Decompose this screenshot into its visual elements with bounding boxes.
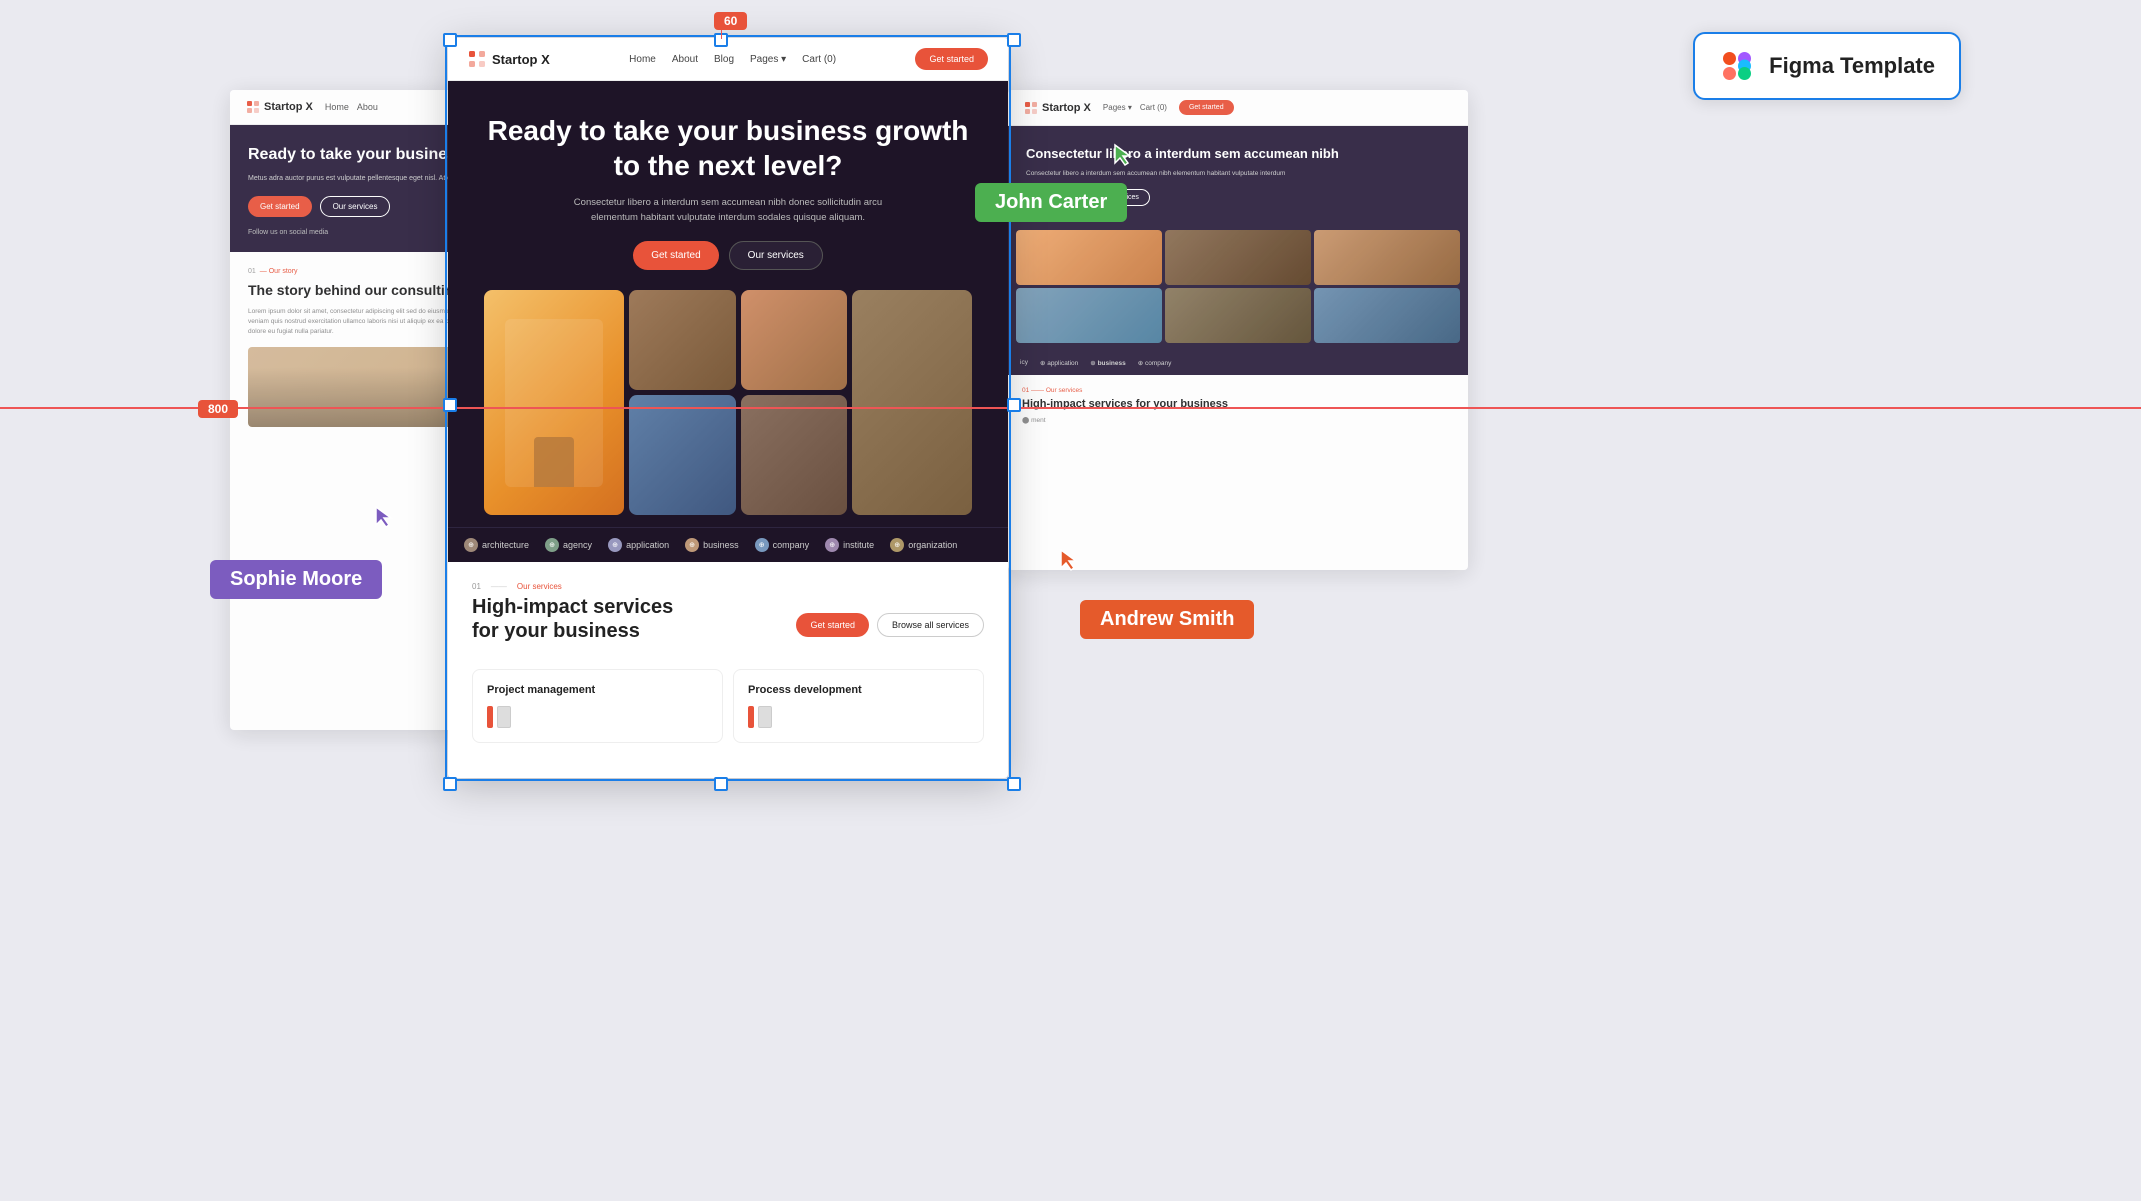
main-hero: Ready to take your business growth to th…: [448, 81, 1008, 527]
figma-icon: [1719, 48, 1755, 84]
label-andrew-smith: Andrew Smith: [1080, 600, 1254, 639]
cursor-sophie: [374, 505, 394, 534]
cat-institute: ⊕ institute: [825, 538, 874, 552]
icon-red-bar-2: [748, 706, 754, 728]
logo-icon-left: [246, 100, 260, 114]
main-nav: Startop X Home About Blog Pages ▾ Cart (…: [448, 38, 1008, 81]
bg-right-img-5: [1165, 288, 1311, 343]
cat-organization: ⊕ organization: [890, 538, 957, 552]
main-btn-browse[interactable]: Browse all services: [877, 613, 984, 637]
bg-right-nav-links: Pages ▾Cart (0): [1103, 103, 1167, 112]
cat-company: ⊕ company: [755, 538, 810, 552]
bg-left-btn-services[interactable]: Our services: [320, 196, 391, 217]
bg-right-logo: Startop X: [1042, 102, 1091, 114]
bg-right-nav: Startop X Pages ▾Cart (0) Get started: [1008, 90, 1468, 126]
service-card-1-title: Project management: [487, 684, 708, 696]
main-services-title: High-impact services for your business: [472, 595, 673, 643]
bg-right-category-bar: icy ⊕ application ⊕ business ⊕ company: [1008, 351, 1468, 375]
bg-right-img-3: [1314, 230, 1460, 285]
main-img-2: [629, 290, 736, 390]
cat-architecture: ⊕ architecture: [464, 538, 529, 552]
handle-top-right[interactable]: [1007, 33, 1021, 47]
bg-right-service-label: 01 —— Our services: [1022, 387, 1454, 394]
bg-right-hero-title: Consectetur libero a interdum sem accume…: [1026, 146, 1450, 163]
main-img-5: [629, 395, 736, 515]
icon-rect-2: [758, 706, 772, 728]
cursor-andrew: [1059, 548, 1079, 577]
main-nav-cta[interactable]: Get started: [915, 48, 988, 70]
cat-business: ⊕ business: [685, 538, 739, 552]
cat-application: ⊕ application: [608, 538, 669, 552]
service-card-1: Project management: [472, 669, 723, 743]
main-hero-buttons: Get started Our services: [472, 241, 984, 270]
figma-template-badge: Figma Template: [1693, 32, 1961, 100]
handle-mid-left[interactable]: [443, 398, 457, 412]
handle-bottom-right[interactable]: [1007, 777, 1021, 791]
main-logo-text: Startop X: [492, 52, 550, 67]
main-btn-get-started[interactable]: Get started: [796, 613, 869, 637]
main-services-row: High-impact services for your business G…: [472, 595, 984, 655]
cursor-john: [1113, 143, 1133, 172]
bg-right-hero-body: Consectetur libero a interdum sem accume…: [1026, 169, 1450, 179]
figma-badge-text: Figma Template: [1769, 53, 1935, 79]
service-card-1-icon: [487, 706, 708, 728]
bg-right-image-grid: [1008, 222, 1468, 351]
bg-right-img-4: [1016, 288, 1162, 343]
main-hero-title: Ready to take your business growth to th…: [472, 113, 984, 183]
bg-left-nav-links: HomeAbou: [325, 102, 378, 112]
bg-right-img-6: [1314, 288, 1460, 343]
service-card-2-icon: [748, 706, 969, 728]
ruler-left-badge: 800: [198, 400, 238, 418]
bg-left-logo: Startop X: [264, 101, 313, 113]
main-logo-area: Startop X: [468, 50, 550, 68]
bg-right-btn-started[interactable]: Get started: [1179, 100, 1234, 115]
main-img-4: [852, 290, 972, 515]
main-logo-icon: [468, 50, 486, 68]
main-img-6: [741, 395, 848, 515]
handle-bottom-mid[interactable]: [714, 777, 728, 791]
ruler-value-top: 60: [714, 12, 747, 30]
main-category-bar: ⊕ architecture ⊕ agency ⊕ application ⊕ …: [448, 527, 1008, 562]
main-services: 01 —— Our services High-impact services …: [448, 562, 1008, 759]
bg-right-services: 01 —— Our services High-impact services …: [1008, 375, 1468, 436]
ruler-top-badge: 60: [714, 12, 747, 30]
measurement-line-horizontal: [0, 407, 2141, 409]
main-service-cards: Project management Process development: [472, 669, 984, 743]
label-sophie-moore: Sophie Moore: [210, 560, 382, 599]
icon-red-bar-1: [487, 706, 493, 728]
icon-rect-1: [497, 706, 511, 728]
main-services-buttons: Get started Browse all services: [796, 613, 984, 637]
main-services-label: 01 —— Our services: [472, 582, 984, 591]
bg-frame-right: Startop X Pages ▾Cart (0) Get started Co…: [1008, 90, 1468, 570]
service-card-2-title: Process development: [748, 684, 969, 696]
bg-right-services-tags: ⬤ ment: [1022, 416, 1454, 424]
bg-right-img-2: [1165, 230, 1311, 285]
bg-right-img-1: [1016, 230, 1162, 285]
bg-left-btn-started[interactable]: Get started: [248, 196, 312, 217]
cursor-john-icon: [1113, 143, 1133, 167]
handle-top-left[interactable]: [443, 33, 457, 47]
label-john-carter: John Carter: [975, 183, 1127, 222]
main-hero-subtitle: Consectetur libero a interdum sem accume…: [558, 195, 898, 225]
main-btn-started[interactable]: Get started: [633, 241, 718, 270]
handle-mid-right[interactable]: [1007, 398, 1021, 412]
handle-bottom-left[interactable]: [443, 777, 457, 791]
cursor-sophie-icon: [374, 505, 394, 529]
main-btn-services[interactable]: Our services: [729, 241, 823, 270]
cursor-andrew-icon: [1059, 548, 1079, 572]
main-nav-links: Home About Blog Pages ▾ Cart (0): [629, 54, 836, 65]
logo-icon-right: [1024, 101, 1038, 115]
cat-agency: ⊕ agency: [545, 538, 592, 552]
main-img-3: [741, 290, 848, 390]
main-img-1: [484, 290, 624, 515]
ruler-value-left: 800: [198, 400, 238, 418]
service-card-2: Process development: [733, 669, 984, 743]
